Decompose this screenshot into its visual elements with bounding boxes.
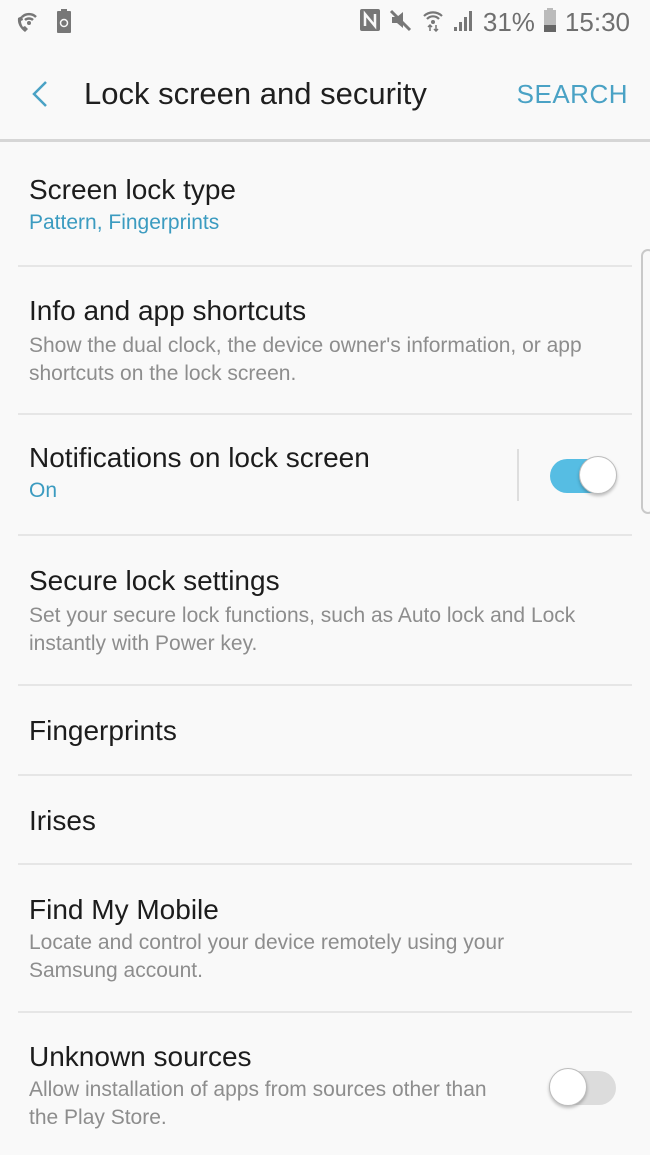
unknown-sources-toggle[interactable]: [549, 1067, 616, 1106]
setting-title: Irises: [29, 805, 96, 836]
scrollbar[interactable]: [641, 249, 650, 514]
setting-title: Info and app shortcuts: [29, 295, 307, 326]
mute-icon: [389, 8, 413, 37]
toggle-knob: [579, 456, 617, 494]
setting-title: Find My Mobile: [29, 894, 219, 925]
settings-list: Screen lock type Pattern, Fingerprints I…: [0, 145, 650, 1153]
back-button[interactable]: [24, 76, 60, 112]
setting-description: Locate and control your device remotely …: [29, 931, 505, 982]
signal-icon: [453, 8, 475, 37]
battery-saver-icon: [56, 8, 72, 39]
setting-info-and-app-shortcuts[interactable]: Info and app shortcuts Show the dual clo…: [18, 267, 632, 415]
setting-description: Show the dual clock, the device owner's …: [29, 334, 582, 385]
setting-title: Screen lock type: [29, 174, 236, 205]
clock: 15:30: [564, 6, 630, 37]
nfc-icon: [359, 8, 381, 37]
search-button[interactable]: SEARCH: [517, 79, 628, 110]
toggle-knob: [549, 1068, 587, 1106]
setting-unknown-sources[interactable]: Unknown sources Allow installation of ap…: [18, 1013, 632, 1153]
setting-irises[interactable]: Irises: [18, 776, 632, 865]
battery-percent: 31%: [482, 6, 535, 37]
setting-title: Secure lock settings: [29, 565, 280, 596]
setting-notifications-on-lock-screen[interactable]: Notifications on lock screen On: [18, 415, 632, 536]
divider: [517, 449, 519, 501]
page-title: Lock screen and security: [84, 76, 427, 111]
setting-value: Pattern, Fingerprints: [29, 211, 220, 234]
status-bar: 31% 15:30: [0, 0, 650, 46]
setting-description: Set your secure lock functions, such as …: [29, 604, 576, 655]
setting-secure-lock-settings[interactable]: Secure lock settings Set your secure loc…: [18, 536, 632, 686]
setting-description: Allow installation of apps from sources …: [29, 1078, 487, 1129]
setting-find-my-mobile[interactable]: Find My Mobile Locate and control your d…: [18, 865, 632, 1013]
wifi-icon: [421, 8, 445, 37]
setting-title: Unknown sources: [29, 1041, 252, 1072]
setting-value: On: [29, 479, 58, 502]
wifi-calling-icon: [16, 8, 42, 39]
battery-icon: [543, 7, 557, 38]
setting-screen-lock-type[interactable]: Screen lock type Pattern, Fingerprints: [18, 145, 632, 267]
app-bar: Lock screen and security SEARCH: [0, 46, 650, 142]
notifications-toggle[interactable]: [550, 455, 617, 494]
setting-title: Notifications on lock screen: [29, 442, 370, 473]
setting-fingerprints[interactable]: Fingerprints: [18, 686, 632, 776]
chevron-left-icon: [32, 81, 47, 107]
setting-title: Fingerprints: [29, 715, 177, 746]
